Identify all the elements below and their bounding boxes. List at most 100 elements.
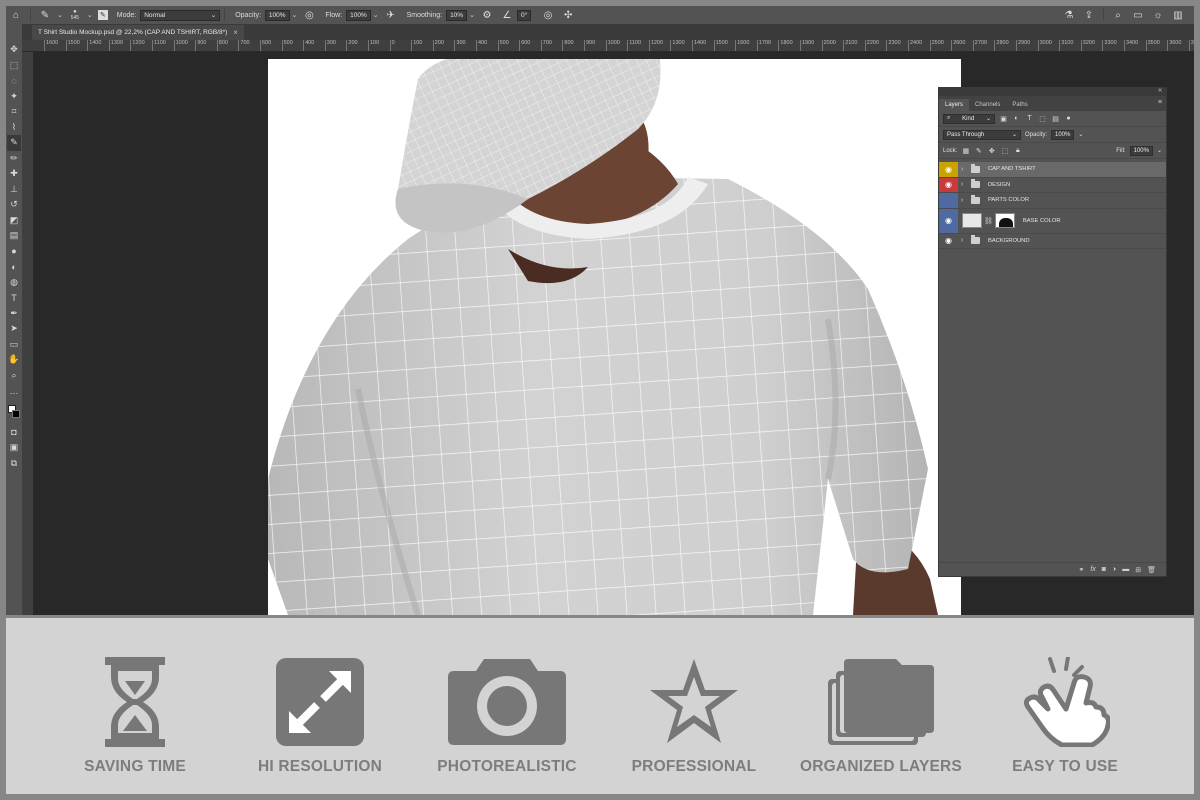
chevron-down-icon[interactable]: ⌄	[469, 11, 475, 19]
chevron-right-icon[interactable]: ›	[961, 166, 969, 173]
lock-pixels-icon[interactable]: ✎	[974, 146, 983, 155]
hand-tool-icon[interactable]: ✋	[7, 352, 21, 368]
chevron-down-icon[interactable]: ⌄	[1078, 131, 1083, 138]
lock-all-icon[interactable]: 🔒︎	[1013, 146, 1022, 155]
workspace-layout-icon[interactable]: ▥	[1171, 8, 1185, 22]
angle-input[interactable]: 0°	[516, 9, 532, 21]
blend-mode-select[interactable]: Pass Through ⌄	[943, 129, 1021, 140]
trash-icon[interactable]: 🗑︎	[1147, 566, 1156, 574]
move-tool-icon[interactable]: ✥	[7, 42, 21, 58]
sponge-tool-icon[interactable]: ◍	[7, 275, 21, 291]
pencil-tool-icon[interactable]: ✏	[7, 151, 21, 167]
type-tool-icon[interactable]: T	[7, 290, 21, 306]
opacity-input[interactable]: 100%	[264, 9, 290, 21]
layer-row[interactable]: ◉ › CAP AND TSHIRT	[939, 162, 1166, 178]
path-selection-tool-icon[interactable]: ➤	[7, 321, 21, 337]
layer-mask-thumbnail[interactable]	[994, 213, 1015, 228]
filter-smart-object-icon[interactable]: ▤	[1051, 114, 1060, 123]
chevron-down-icon[interactable]: ⌄	[1157, 147, 1162, 154]
panel-menu-icon[interactable]: ≡	[1158, 99, 1162, 106]
marquee-tool-icon[interactable]: ⬚	[7, 58, 21, 74]
magic-wand-tool-icon[interactable]: ✦	[7, 89, 21, 105]
quick-mask-icon[interactable]: ◘	[7, 425, 21, 441]
zoom-tool-icon[interactable]: ⌕	[7, 368, 21, 384]
layer-row[interactable]: › PARTS COLOR	[939, 193, 1166, 209]
chevron-down-icon[interactable]: ⌄	[57, 11, 63, 19]
document-canvas[interactable]	[268, 59, 961, 615]
lock-position-icon[interactable]: ✥	[987, 146, 996, 155]
flask-icon[interactable]: ⚗	[1062, 8, 1076, 22]
chevron-down-icon[interactable]: ⌄	[292, 11, 298, 19]
filter-adjustment-icon[interactable]: ◐	[1012, 114, 1021, 123]
blur-tool-icon[interactable]: ●	[7, 244, 21, 260]
smoothing-input[interactable]: 10%	[446, 9, 468, 21]
filter-kind-select[interactable]: ⌕ Kind ⌄	[943, 113, 995, 124]
gradient-tool-icon[interactable]: ▤	[7, 228, 21, 244]
airbrush-icon[interactable]: ✈	[384, 8, 398, 22]
lasso-tool-icon[interactable]: ◌	[7, 73, 21, 89]
eyedropper-tool-icon[interactable]: ⌇	[7, 120, 21, 136]
layer-row[interactable]: ◉ ⛓ BASE COLOR	[939, 208, 1166, 234]
share-icon[interactable]: ⇪	[1082, 8, 1096, 22]
layer-opacity-input[interactable]: 100%	[1051, 129, 1075, 140]
brush-settings-icon[interactable]: ✎	[97, 10, 108, 20]
tab-paths[interactable]: Paths	[1006, 99, 1033, 111]
filter-pixel-icon[interactable]: ▣	[999, 114, 1008, 123]
rectangle-tool-icon[interactable]: ▭	[7, 337, 21, 353]
search-icon[interactable]: ⌕	[1111, 8, 1125, 22]
new-group-icon[interactable]: ▬	[1122, 566, 1129, 573]
eye-icon[interactable]: ◉	[939, 162, 958, 177]
history-brush-tool-icon[interactable]: ↺	[7, 197, 21, 213]
eye-icon[interactable]: ◉	[939, 177, 958, 192]
clone-stamp-tool-icon[interactable]: ⊥	[7, 182, 21, 198]
pressure-size-icon[interactable]: ◎	[541, 8, 555, 22]
add-mask-icon[interactable]: ◙	[1102, 566, 1106, 573]
flow-input[interactable]: 100%	[346, 9, 371, 21]
gear-icon[interactable]: ⚙	[480, 8, 494, 22]
color-swatches[interactable]	[7, 403, 21, 425]
crop-tool-icon[interactable]: ⌗	[7, 104, 21, 120]
filter-type-icon[interactable]: T	[1025, 114, 1034, 123]
chevron-right-icon[interactable]: ›	[961, 237, 969, 244]
edit-toolbar-icon[interactable]: ⧉	[7, 456, 21, 472]
eye-icon[interactable]: ◉	[939, 208, 958, 233]
chevron-down-icon[interactable]: ⌄	[373, 11, 379, 19]
tab-layers[interactable]: Layers	[939, 99, 970, 111]
workspace-icon[interactable]: ▭	[1131, 8, 1145, 22]
chevron-down-icon[interactable]: ⌄	[87, 11, 93, 19]
lock-artboard-icon[interactable]: ⬚	[1000, 146, 1009, 155]
eraser-tool-icon[interactable]: ◩	[7, 213, 21, 229]
more-tools-icon[interactable]: …	[7, 383, 21, 399]
fx-icon[interactable]: fx	[1090, 566, 1095, 573]
chevron-right-icon[interactable]: ›	[961, 181, 969, 188]
home-icon[interactable]: ⌂	[9, 8, 23, 22]
tab-channels[interactable]: Channels	[969, 99, 1006, 111]
screen-mode-icon[interactable]: ▣	[7, 440, 21, 456]
background-color-swatch[interactable]	[12, 409, 20, 418]
mode-select[interactable]: Normal ⌄	[140, 9, 221, 21]
layer-row[interactable]: ◉ › DESIGN	[939, 177, 1166, 193]
layer-row[interactable]: ◉ › BACKGROUND	[939, 234, 1166, 249]
collapse-panel-icon[interactable]: «	[1158, 87, 1162, 94]
fill-input[interactable]: 100%	[1129, 145, 1153, 156]
symmetry-icon[interactable]: ✣	[561, 8, 575, 22]
filter-shape-icon[interactable]: ⬚	[1038, 114, 1047, 123]
link-icon[interactable]: ⛓	[984, 217, 993, 225]
adjustment-layer-icon[interactable]: ◑	[1112, 566, 1116, 573]
filter-toggle-icon[interactable]: ●	[1064, 114, 1073, 123]
visibility-toggle[interactable]	[939, 193, 958, 208]
healing-tool-icon[interactable]: ✚	[7, 166, 21, 182]
link-layers-icon[interactable]: ⚭	[1078, 566, 1084, 574]
pressure-opacity-icon[interactable]: ◎	[302, 8, 316, 22]
brush-tool-icon[interactable]: ✎	[7, 135, 21, 151]
chevron-right-icon[interactable]: ›	[961, 197, 969, 204]
eye-icon[interactable]: ◉	[939, 234, 958, 249]
new-layer-icon[interactable]: ⊞	[1135, 566, 1141, 574]
dodge-tool-icon[interactable]: ◐	[7, 259, 21, 275]
close-icon[interactable]: ×	[233, 28, 238, 37]
lightbulb-icon[interactable]: ☼	[1151, 8, 1165, 22]
pen-tool-icon[interactable]: ✒	[7, 306, 21, 322]
brush-tool-icon[interactable]: ✎	[38, 8, 52, 22]
brush-preset-icon[interactable]: ● 545	[68, 8, 82, 22]
document-tab[interactable]: T Shirt Studio Mockup.psd @ 22,2% (CAP A…	[32, 25, 244, 40]
